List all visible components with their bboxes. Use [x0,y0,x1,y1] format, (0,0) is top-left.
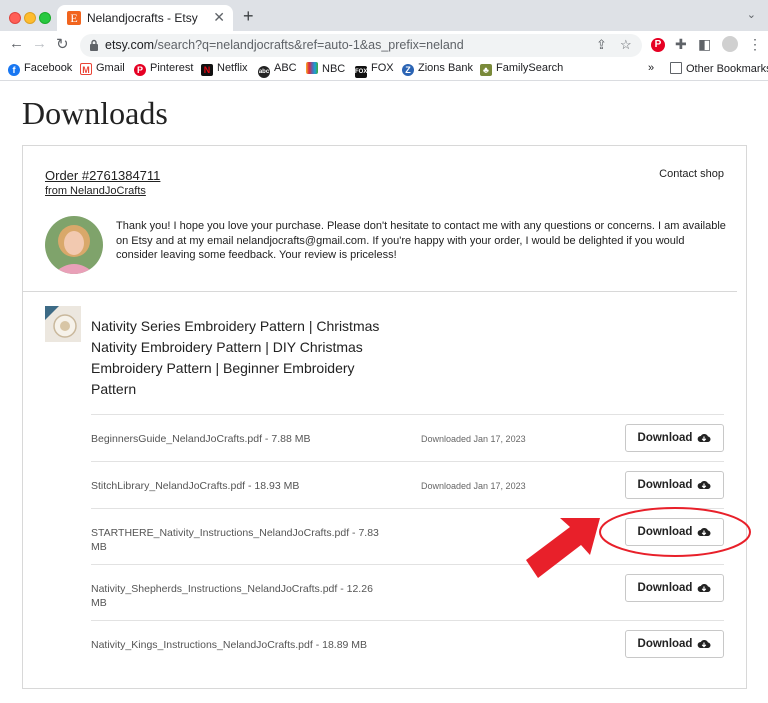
order-number-link[interactable]: Order #2761384711 [45,168,160,183]
bookmark-star-icon[interactable]: ☆ [620,37,632,53]
forward-arrow-icon[interactable]: → [32,35,47,52]
bookmark-gmail[interactable]: M Gmail [80,62,125,75]
bookmark-label: Netflix [217,62,248,74]
extensions-puzzle-icon[interactable]: ✚ [675,36,687,53]
download-button[interactable]: Download [625,574,724,602]
section-divider [23,291,737,292]
share-icon[interactable]: ⇪ [596,37,607,53]
download-date: Downloaded Jan 17, 2023 [421,434,526,444]
bookmark-label: Zions Bank [418,62,474,74]
contact-shop-link[interactable]: Contact shop [659,168,724,180]
bookmark-facebook[interactable]: f Facebook [8,62,72,76]
page-title: Downloads [22,95,168,131]
new-tab-icon[interactable]: + [243,6,254,27]
seller-avatar [45,216,103,274]
cloud-download-icon [698,639,711,649]
file-name: Nativity_Shepherds_Instructions_NelandJo… [91,583,373,609]
bookmark-label: FOX [371,62,394,74]
download-button-label: Download [637,582,693,594]
bookmark-nbc[interactable]: NBC [306,62,345,75]
download-button-label: Download [637,479,693,491]
bookmark-familysearch[interactable]: ♣ FamilySearch [480,62,563,76]
download-button[interactable]: Download [625,518,724,546]
address-bar[interactable]: etsy.com/search?q=nelandjocrafts&ref=aut… [80,34,642,57]
bookmarks-bar: f Facebook M Gmail P Pinterest N Netflix abc… [0,59,768,81]
seller-message: Thank you! I hope you love your purchase… [116,220,726,261]
seller-photo [45,216,103,274]
pinterest-icon: P [134,64,146,76]
gmail-icon: M [80,63,92,75]
bookmark-pinterest[interactable]: P Pinterest [134,62,193,76]
url-text: etsy.com/search?q=nelandjocrafts&ref=aut… [105,38,464,52]
file-name: StitchLibrary_NelandJoCrafts.pdf - 18.93… [91,480,300,492]
zoom-window-button[interactable] [39,12,51,24]
product-title: Nativity Series Embroidery Pattern | Chr… [91,318,380,397]
profile-avatar[interactable] [722,36,738,52]
file-name: BeginnersGuide_NelandJoCrafts.pdf - 7.88… [91,433,311,445]
download-button[interactable]: Download [625,471,724,499]
reload-icon[interactable]: ↻ [56,35,69,53]
file-name: Nativity_Kings_Instructions_NelandJoCraf… [91,639,368,651]
bookmark-label: Facebook [24,62,73,74]
browser-tab[interactable]: E Nelandjocrafts - Etsy ✕ [57,5,233,31]
familysearch-icon: ♣ [480,64,492,76]
side-panel-icon[interactable]: ◧ [698,36,711,53]
fox-icon: FOX [355,66,367,78]
file-row: StitchLibrary_NelandJoCrafts.pdf - 18.93… [91,461,724,508]
product-image [45,306,81,342]
bookmark-label: ABC [274,62,297,74]
url-path: /search?q=nelandjocrafts&ref=auto-1&as_p… [154,38,464,52]
file-row: STARTHERE_Nativity_Instructions_NelandJo… [91,508,724,564]
bookmark-label: Pinterest [150,62,194,74]
shop-link[interactable]: from NelandJoCrafts [45,185,146,197]
bookmark-zions-bank[interactable]: Z Zions Bank [402,62,473,76]
browser-menu-icon[interactable]: ⋮ [748,36,762,53]
cloud-download-icon [698,583,711,593]
abc-icon: abc [258,66,270,78]
bookmark-netflix[interactable]: N Netflix [201,62,248,76]
bookmark-label: NBC [322,63,346,75]
other-bookmarks-label: Other Bookmarks [686,63,768,75]
download-button[interactable]: Download [625,630,724,658]
bookmark-label: FamilySearch [496,62,564,74]
product-thumbnail[interactable] [45,306,81,342]
download-button[interactable]: Download [625,424,724,452]
bookmark-abc[interactable]: abc ABC [258,62,297,78]
bookmark-fox[interactable]: FOX FOX [355,62,394,78]
bookmark-label: Gmail [96,62,125,74]
tab-search-chevron-icon[interactable]: ⌄ [747,8,756,21]
lock-icon [90,39,98,51]
minimize-window-button[interactable] [24,12,36,24]
order-card: Order #2761384711 from NelandJoCrafts Co… [22,145,747,689]
file-row: BeginnersGuide_NelandJoCrafts.pdf - 7.88… [91,414,724,461]
download-button-label: Download [637,432,693,444]
folder-icon [670,62,682,74]
other-bookmarks-folder[interactable]: Other Bookmarks [670,62,768,75]
url-host: etsy.com [105,38,155,52]
cloud-download-icon [698,433,711,443]
pinterest-extension-icon[interactable]: P [651,38,665,52]
close-window-button[interactable] [9,12,21,24]
tab-close-icon[interactable]: ✕ [213,9,225,26]
download-date: Downloaded Jan 17, 2023 [421,481,526,491]
bookmarks-overflow-button[interactable]: » [648,62,654,74]
file-name: STARTHERE_Nativity_Instructions_NelandJo… [91,527,379,553]
netflix-icon: N [201,64,213,76]
cloud-download-icon [698,527,711,537]
download-button-label: Download [637,526,693,538]
cloud-download-icon [698,480,711,490]
nbc-icon [306,62,318,74]
download-button-label: Download [637,638,693,650]
zions-bank-icon: Z [402,64,414,76]
back-arrow-icon[interactable]: ← [9,35,24,52]
browser-tab-bar: E Nelandjocrafts - Etsy ✕ + ⌄ [0,0,768,31]
tab-title: Nelandjocrafts - Etsy [87,11,198,25]
file-row: Nativity_Kings_Instructions_NelandJoCraf… [91,620,724,667]
file-row: Nativity_Shepherds_Instructions_NelandJo… [91,564,724,620]
etsy-favicon-icon: E [67,11,81,25]
facebook-icon: f [8,64,20,76]
